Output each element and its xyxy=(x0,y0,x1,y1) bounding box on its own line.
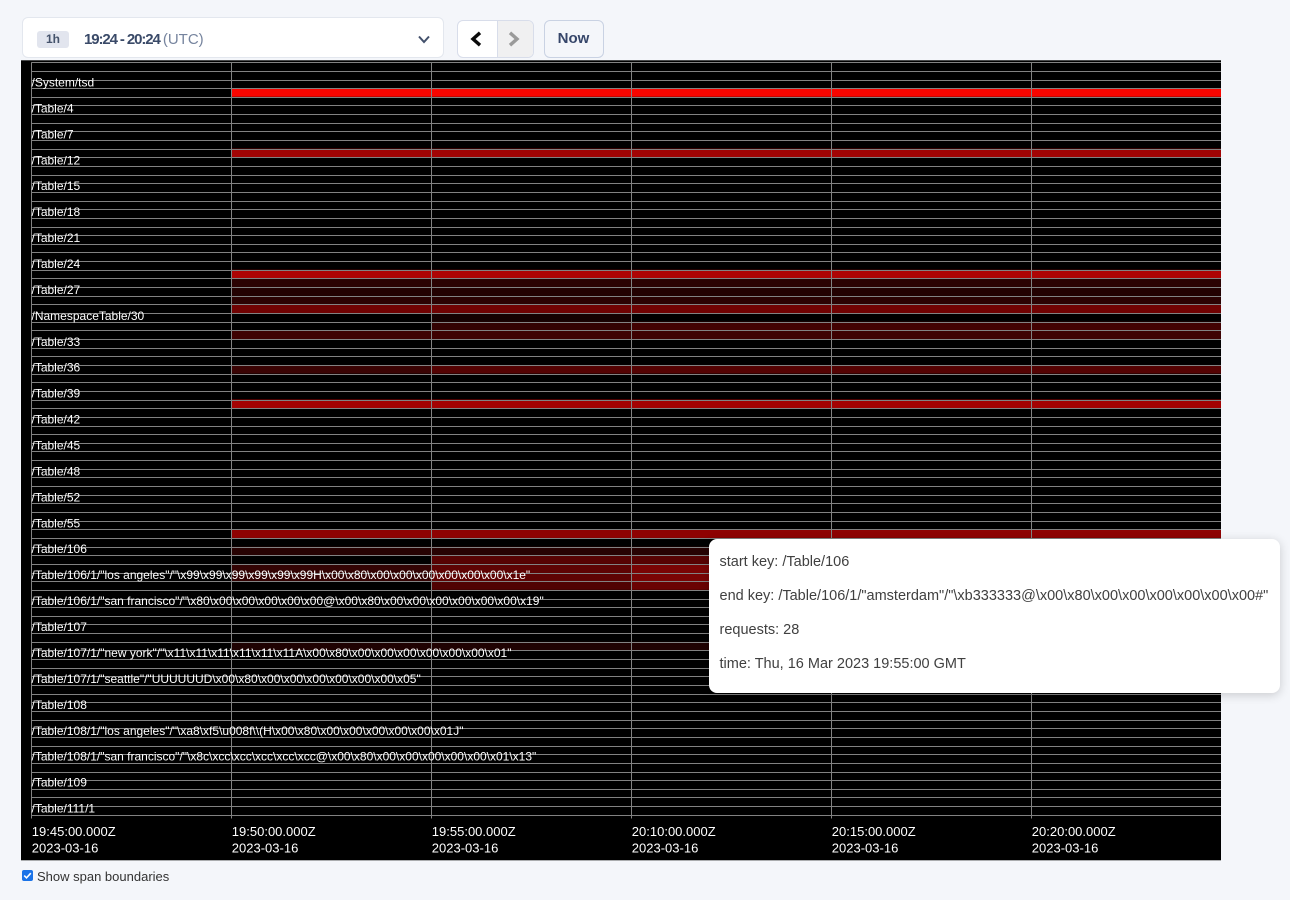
svg-text:/Table/52: /Table/52 xyxy=(32,490,81,504)
svg-text:/Table/109: /Table/109 xyxy=(32,776,88,790)
svg-text:/Table/106/1/"los angeles"/"\x: /Table/106/1/"los angeles"/"\x99\x99\x99… xyxy=(32,568,531,582)
svg-text:/Table/45: /Table/45 xyxy=(32,439,81,453)
svg-text:/Table/18: /Table/18 xyxy=(32,205,81,219)
svg-text:/Table/21: /Table/21 xyxy=(32,231,81,245)
svg-text:/Table/39: /Table/39 xyxy=(32,387,81,401)
svg-text:20:20:00.000Z: 20:20:00.000Z xyxy=(1032,824,1116,839)
svg-text:/Table/107/1/"new york"/"\x11\: /Table/107/1/"new york"/"\x11\x11\x11\x1… xyxy=(32,646,512,660)
svg-text:/Table/108/1/"los angeles"/"\x: /Table/108/1/"los angeles"/"\xa8\xf5\u00… xyxy=(32,724,464,738)
svg-text:/Table/7: /Table/7 xyxy=(32,127,74,141)
svg-text:/Table/4: /Table/4 xyxy=(32,101,74,115)
svg-text:20:10:00.000Z: 20:10:00.000Z xyxy=(632,824,716,839)
svg-text:/Table/36: /Table/36 xyxy=(32,361,81,375)
svg-text:2023-03-16: 2023-03-16 xyxy=(432,841,499,856)
svg-text:/Table/111/1: /Table/111/1 xyxy=(32,802,96,816)
svg-text:2023-03-16: 2023-03-16 xyxy=(1032,841,1099,856)
svg-text:/Table/106: /Table/106 xyxy=(32,542,88,556)
svg-text:/Table/12: /Table/12 xyxy=(32,153,81,167)
svg-text:/Table/106/1/"san francisco"/": /Table/106/1/"san francisco"/"\x80\x00\x… xyxy=(32,594,544,608)
svg-text:/Table/108: /Table/108 xyxy=(32,698,88,712)
svg-text:/System/tsd: /System/tsd xyxy=(32,76,95,90)
svg-text:/Table/48: /Table/48 xyxy=(32,464,81,478)
svg-text:/Table/24: /Table/24 xyxy=(32,257,81,271)
svg-text:/NamespaceTable/30: /NamespaceTable/30 xyxy=(32,309,145,323)
svg-text:/Table/27: /Table/27 xyxy=(32,283,81,297)
svg-text:/Table/15: /Table/15 xyxy=(32,179,81,193)
svg-text:2023-03-16: 2023-03-16 xyxy=(632,841,699,856)
svg-text:2023-03-16: 2023-03-16 xyxy=(232,841,298,856)
svg-text:20:15:00.000Z: 20:15:00.000Z xyxy=(832,824,916,839)
svg-text:/Table/107/1/"seattle"/"UUUUUU: /Table/107/1/"seattle"/"UUUUUUD\x00\x80\… xyxy=(32,672,421,686)
svg-text:19:45:00.000Z: 19:45:00.000Z xyxy=(32,824,116,839)
svg-text:/Table/42: /Table/42 xyxy=(32,413,81,427)
svg-text:/Table/55: /Table/55 xyxy=(32,516,81,530)
svg-text:/Table/107: /Table/107 xyxy=(32,620,88,634)
svg-text:19:55:00.000Z: 19:55:00.000Z xyxy=(432,824,516,839)
svg-text:/Table/33: /Table/33 xyxy=(32,335,81,349)
svg-text:2023-03-16: 2023-03-16 xyxy=(32,841,99,856)
svg-text:/Table/108/1/"san francisco"/": /Table/108/1/"san francisco"/"\x8c\xcc\x… xyxy=(32,750,537,764)
svg-text:2023-03-16: 2023-03-16 xyxy=(832,841,899,856)
svg-text:19:50:00.000Z: 19:50:00.000Z xyxy=(232,824,316,839)
